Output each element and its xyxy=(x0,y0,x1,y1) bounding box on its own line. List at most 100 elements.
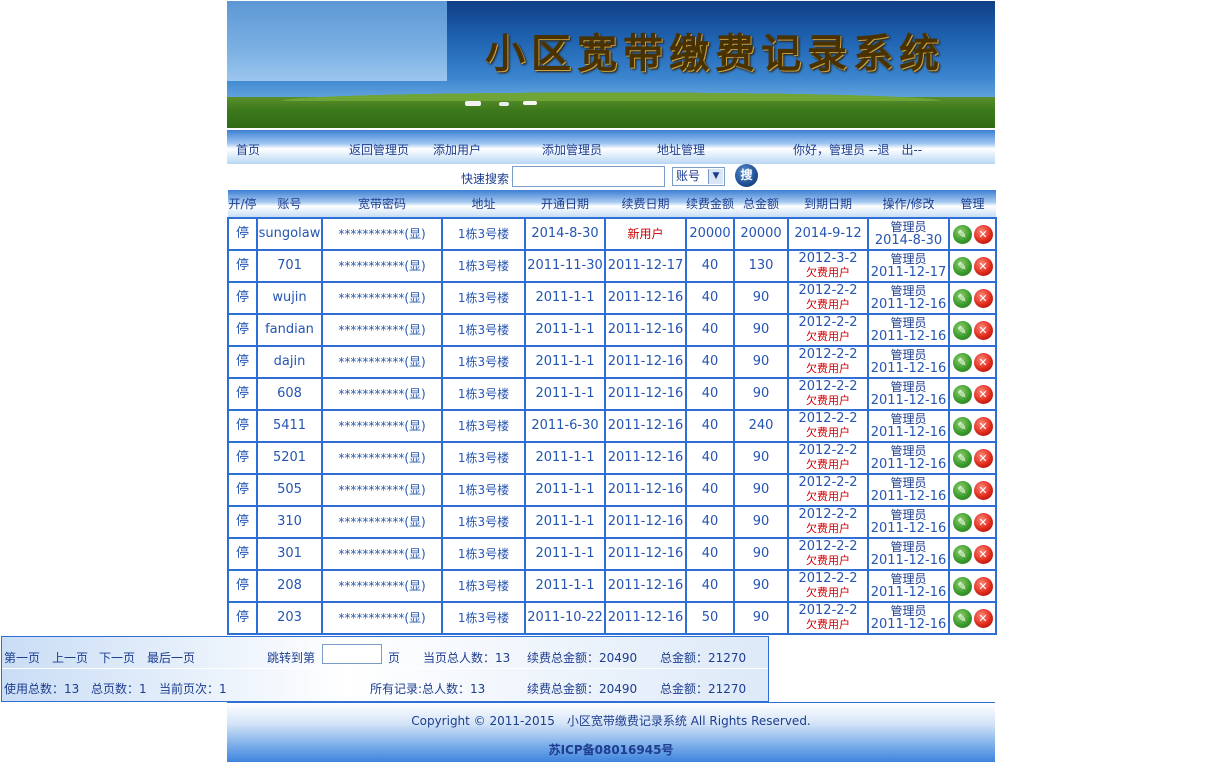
password-cell[interactable]: ***********(显) xyxy=(321,409,443,443)
status-toggle-cell[interactable]: 停 xyxy=(227,377,258,411)
expire-date: 2012-2-2 xyxy=(798,347,858,362)
delete-icon[interactable]: ✕ xyxy=(973,576,993,596)
delete-icon[interactable]: ✕ xyxy=(973,384,993,404)
table-row: 停 208 ***********(显) 1栋3号楼 2011-1-1 2011-12-1… xyxy=(227,569,997,603)
first-page-link[interactable]: 第一页 xyxy=(4,649,40,666)
operator-name: 管理员 xyxy=(890,604,927,618)
operator-cell: 管理员 2011-12-16 xyxy=(867,345,950,379)
open-date-cell: 2011-1-1 xyxy=(524,441,606,475)
search-button[interactable]: 搜 xyxy=(735,164,758,187)
password-cell[interactable]: ***********(显) xyxy=(321,537,443,571)
delete-icon[interactable]: ✕ xyxy=(973,288,993,308)
expire-date: 2012-2-2 xyxy=(798,475,858,490)
password-cell[interactable]: ***********(显) xyxy=(321,281,443,315)
delete-icon[interactable]: ✕ xyxy=(973,480,993,500)
last-page-link[interactable]: 最后一页 xyxy=(147,649,195,666)
status-toggle-cell[interactable]: 停 xyxy=(227,313,258,347)
password-cell[interactable]: ***********(显) xyxy=(321,377,443,411)
operator-date: 2011-12-16 xyxy=(870,361,947,376)
account-cell: 701 xyxy=(256,249,323,283)
icp-record-link[interactable]: 苏ICP备08016945号 xyxy=(227,741,995,758)
operator-date: 2011-12-16 xyxy=(870,585,947,600)
nav-greeting-logout[interactable]: 你好，管理员 --退 出-- xyxy=(793,141,922,158)
edit-icon[interactable]: ✎ xyxy=(952,608,972,628)
password-cell[interactable]: ***********(显) xyxy=(321,473,443,507)
edit-icon[interactable]: ✎ xyxy=(952,480,972,500)
account-cell: wujin xyxy=(256,281,323,315)
password-cell[interactable]: ***********(显) xyxy=(321,313,443,347)
operator-date: 2014-8-30 xyxy=(874,233,943,248)
delete-icon[interactable]: ✕ xyxy=(973,416,993,436)
edit-icon[interactable]: ✎ xyxy=(952,544,972,564)
prev-page-link[interactable]: 上一页 xyxy=(52,649,88,666)
status-toggle-cell[interactable]: 停 xyxy=(227,601,258,635)
manage-cell: ✎ ✕ xyxy=(948,281,997,315)
expire-date-cell: 2012-2-2 欠费用户 xyxy=(787,473,869,507)
edit-icon[interactable]: ✎ xyxy=(952,352,972,372)
status-toggle-cell[interactable]: 停 xyxy=(227,441,258,475)
search-input[interactable] xyxy=(512,166,665,187)
edit-icon[interactable]: ✎ xyxy=(952,512,972,532)
address-cell: 1栋3号楼 xyxy=(441,281,526,315)
arrears-badge: 欠费用户 xyxy=(806,426,850,439)
status-toggle-cell[interactable]: 停 xyxy=(227,217,258,251)
status-toggle-cell[interactable]: 停 xyxy=(227,505,258,539)
operator-cell: 管理员 2011-12-16 xyxy=(867,569,950,603)
next-page-link[interactable]: 下一页 xyxy=(99,649,135,666)
password-cell[interactable]: ***********(显) xyxy=(321,249,443,283)
password-cell[interactable]: ***********(显) xyxy=(321,441,443,475)
status-toggle-cell[interactable]: 停 xyxy=(227,345,258,379)
nav-add-admin-link[interactable]: 添加管理员 xyxy=(542,141,602,158)
password-cell[interactable]: ***********(显) xyxy=(321,601,443,635)
delete-icon[interactable]: ✕ xyxy=(973,352,993,372)
delete-icon[interactable]: ✕ xyxy=(973,544,993,564)
delete-icon[interactable]: ✕ xyxy=(973,448,993,468)
search-field-select[interactable]: 账号 ▼ xyxy=(672,167,725,186)
table-header-row: 开/停 账号 宽带密码 地址 开通日期 续费日期 续费金额 总金额 到期日期 操作/修改 管理 xyxy=(228,190,996,218)
password-cell[interactable]: ***********(显) xyxy=(321,345,443,379)
password-cell[interactable]: ***********(显) xyxy=(321,217,443,251)
status-toggle-cell[interactable]: 停 xyxy=(227,249,258,283)
manage-cell: ✎ ✕ xyxy=(948,537,997,571)
edit-icon[interactable]: ✎ xyxy=(952,416,972,436)
delete-icon[interactable]: ✕ xyxy=(973,256,993,276)
operator-name: 管理员 xyxy=(890,444,927,458)
nav-address-mgmt-link[interactable]: 地址管理 xyxy=(657,141,705,158)
open-date-cell: 2014-8-30 xyxy=(524,217,606,251)
operator-cell: 管理员 2011-12-16 xyxy=(867,441,950,475)
renew-amount-cell: 40 xyxy=(685,313,735,347)
expire-date: 2012-2-2 xyxy=(798,443,858,458)
delete-icon[interactable]: ✕ xyxy=(973,224,993,244)
edit-icon[interactable]: ✎ xyxy=(952,320,972,340)
manage-cell: ✎ ✕ xyxy=(948,569,997,603)
edit-icon[interactable]: ✎ xyxy=(952,384,972,404)
status-toggle-cell[interactable]: 停 xyxy=(227,569,258,603)
nav-home-link[interactable]: 首页 xyxy=(236,141,260,158)
delete-icon[interactable]: ✕ xyxy=(973,512,993,532)
delete-icon[interactable]: ✕ xyxy=(973,320,993,340)
nav-add-user-link[interactable]: 添加用户 xyxy=(433,141,481,158)
edit-icon[interactable]: ✎ xyxy=(952,288,972,308)
status-toggle-cell[interactable]: 停 xyxy=(227,537,258,571)
jump-page-input[interactable] xyxy=(322,644,382,664)
open-date-cell: 2011-1-1 xyxy=(524,377,606,411)
status-toggle-cell[interactable]: 停 xyxy=(227,281,258,315)
manage-cell: ✎ ✕ xyxy=(948,313,997,347)
operator-date: 2011-12-16 xyxy=(870,553,947,568)
nav-back-admin-link[interactable]: 返回管理页 xyxy=(349,141,409,158)
table-row: 停 701 ***********(显) 1栋3号楼 2011-11-30 2011-12… xyxy=(227,249,997,283)
edit-icon[interactable]: ✎ xyxy=(952,256,972,276)
all-renew-total: 续费总金额：20490 xyxy=(527,682,638,696)
status-toggle-cell[interactable]: 停 xyxy=(227,473,258,507)
edit-icon[interactable]: ✎ xyxy=(952,224,972,244)
edit-icon[interactable]: ✎ xyxy=(952,448,972,468)
edit-icon[interactable]: ✎ xyxy=(952,576,972,596)
password-cell[interactable]: ***********(显) xyxy=(321,505,443,539)
status-toggle-cell[interactable]: 停 xyxy=(227,409,258,443)
delete-icon[interactable]: ✕ xyxy=(973,608,993,628)
total-pages: 总页数：1 xyxy=(91,682,147,696)
open-date-cell: 2011-1-1 xyxy=(524,569,606,603)
expire-date-cell: 2012-2-2 欠费用户 xyxy=(787,345,869,379)
password-cell[interactable]: ***********(显) xyxy=(321,569,443,603)
column-header: 总金额 xyxy=(734,190,788,218)
